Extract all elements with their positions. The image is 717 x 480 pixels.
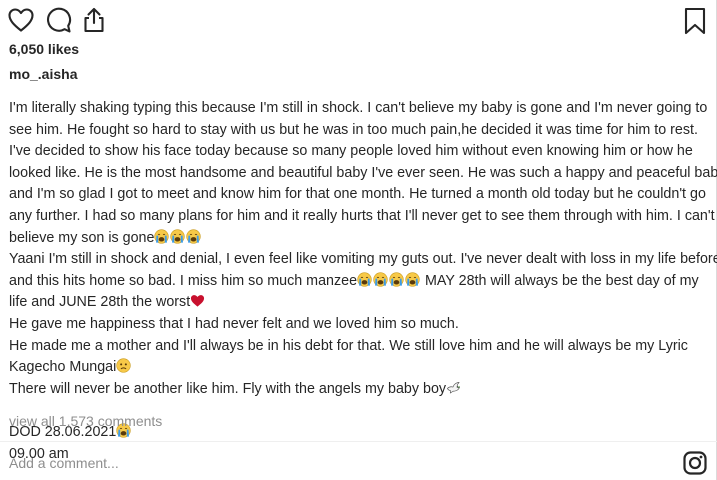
- caption-text: looked like. He is the most handsome and…: [9, 164, 717, 181]
- crying-emoji-icon: [405, 272, 420, 287]
- caption-text: see him. He fought so hard to stay with …: [9, 121, 698, 138]
- heart-emoji-icon: [190, 293, 205, 308]
- caption-line: and I'm so glad I got to meet and know h…: [9, 184, 709, 206]
- add-comment-input[interactable]: [9, 452, 669, 474]
- caption-line: believe my son is gone: [9, 228, 709, 250]
- caption-line: see him. He fought so hard to stay with …: [9, 120, 709, 142]
- caption-text: He made me a mother and I'll always be i…: [9, 337, 688, 354]
- instagram-icon[interactable]: [683, 451, 707, 475]
- caption-line: I've decided to show his face today beca…: [9, 141, 709, 163]
- caption-line: life and JUNE 28th the worst: [9, 292, 709, 314]
- caption-text: life and JUNE 28th the worst: [9, 294, 191, 311]
- share-icon[interactable]: [80, 6, 108, 34]
- caption-text: Kagecho Mungai: [9, 359, 117, 376]
- caption-text: and I'm so glad I got to meet and know h…: [9, 186, 706, 203]
- caption-text: and this hits home so bad. I miss him so…: [9, 272, 358, 289]
- crying-emoji-icon: [373, 272, 388, 287]
- comment-icon[interactable]: [44, 6, 72, 34]
- caption-text: any further. I had so many plans for him…: [9, 207, 715, 224]
- view-all-comments-link[interactable]: view all 1,573 comments: [9, 413, 162, 429]
- caption-text: MAY 28th will always be the best day of …: [421, 272, 699, 289]
- caption-text: There will never be another like him. Fl…: [9, 380, 447, 397]
- crying-emoji-icon: [186, 228, 202, 244]
- bookmark-icon[interactable]: [683, 7, 707, 35]
- caption-line: Yaani I'm still in shock and denial, I e…: [9, 249, 717, 271]
- caption-line: I'm literally shaking typing this becaus…: [9, 98, 709, 120]
- caption-line: He gave me happiness that I had never fe…: [9, 314, 709, 336]
- action-bar: [0, 6, 717, 36]
- post-panel: 6,050 likes mo_.aisha I'm literally shak…: [0, 0, 717, 480]
- crying-emoji-icon: [357, 272, 372, 287]
- sad-emoji-icon: [116, 358, 131, 373]
- caption-line: any further. I had so many plans for him…: [9, 206, 715, 228]
- caption-line: and this hits home so bad. I miss him so…: [9, 271, 709, 293]
- crying-emoji-icon: [154, 228, 170, 244]
- likes-count[interactable]: 6,050 likes: [9, 41, 79, 57]
- post-caption: I'm literally shaking typing this becaus…: [9, 98, 717, 465]
- caption-line: He made me a mother and I'll always be i…: [9, 336, 709, 358]
- caption-text: He gave me happiness that I had never fe…: [9, 315, 459, 332]
- caption-line: looked like. He is the most handsome and…: [9, 163, 717, 185]
- username[interactable]: mo_.aisha: [9, 66, 77, 82]
- caption-line: Kagecho Mungai: [9, 357, 709, 379]
- caption-text: I've decided to show his face today beca…: [9, 143, 693, 160]
- heart-icon[interactable]: [7, 6, 35, 34]
- caption-line: There will never be another like him. Fl…: [9, 379, 709, 401]
- crying-emoji-icon: [389, 272, 404, 287]
- caption-text: I'm literally shaking typing this becaus…: [9, 100, 708, 116]
- caption-text: believe my son is gone: [9, 229, 155, 246]
- divider: [0, 441, 717, 442]
- caption-text: Yaani I'm still in shock and denial, I e…: [9, 251, 717, 268]
- crying-emoji-icon: [170, 228, 186, 244]
- dove-emoji-icon: [446, 380, 461, 395]
